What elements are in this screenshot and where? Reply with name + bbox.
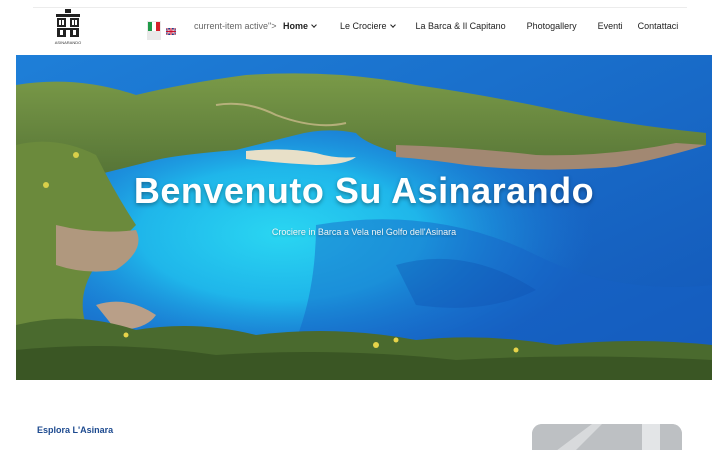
language-it[interactable] (147, 21, 161, 40)
language-switcher (147, 21, 177, 40)
sail-photo-image (532, 424, 682, 450)
hero-banner: Benvenuto Su Asinarando Crociere in Barc… (16, 55, 712, 380)
nav-item-le-crociere[interactable]: Le Crociere (340, 21, 396, 31)
stray-markup-text: current-item active"> (194, 21, 277, 31)
chevron-down-icon (311, 21, 317, 28)
logo-caption: ASINARANDO (54, 40, 82, 45)
section-preview-image (532, 424, 682, 450)
nav-label-la-barca: La Barca & Il Capitano (415, 21, 506, 31)
nav-item-photogallery[interactable]: Photogallery (527, 21, 577, 31)
nav-label-eventi: Eventi (597, 21, 623, 31)
nav-item-la-barca[interactable]: La Barca & Il Capitano (416, 21, 506, 31)
nav-item-contattaci[interactable]: Contattaci (638, 21, 679, 31)
hero-landscape-image (16, 55, 712, 380)
language-en[interactable] (165, 21, 177, 40)
hero-subtitle: Crociere in Barca a Vela nel Golfo dell'… (271, 227, 457, 237)
hero-title: Benvenuto Su Asinarando (133, 170, 595, 211)
nav-label-le-crociere: Le Crociere (340, 21, 387, 31)
nav-label-photogallery: Photogallery (526, 21, 577, 31)
main-nav: Home Le Crociere La Barca & Il Capitano … (283, 21, 678, 31)
section-label: Esplora L'Asinara (37, 425, 114, 435)
italy-flag-icon (148, 22, 160, 31)
site-header: ASINARANDO current-item active"> Home Le… (0, 0, 720, 55)
nav-item-home[interactable]: Home (283, 21, 317, 31)
uk-flag-icon (165, 27, 177, 36)
logo-icon (56, 9, 80, 37)
nav-label-contattaci: Contattaci (637, 21, 679, 31)
chevron-down-icon (389, 21, 396, 28)
nav-item-eventi[interactable]: Eventi (598, 21, 623, 31)
nav-label-home: Home (283, 21, 309, 31)
